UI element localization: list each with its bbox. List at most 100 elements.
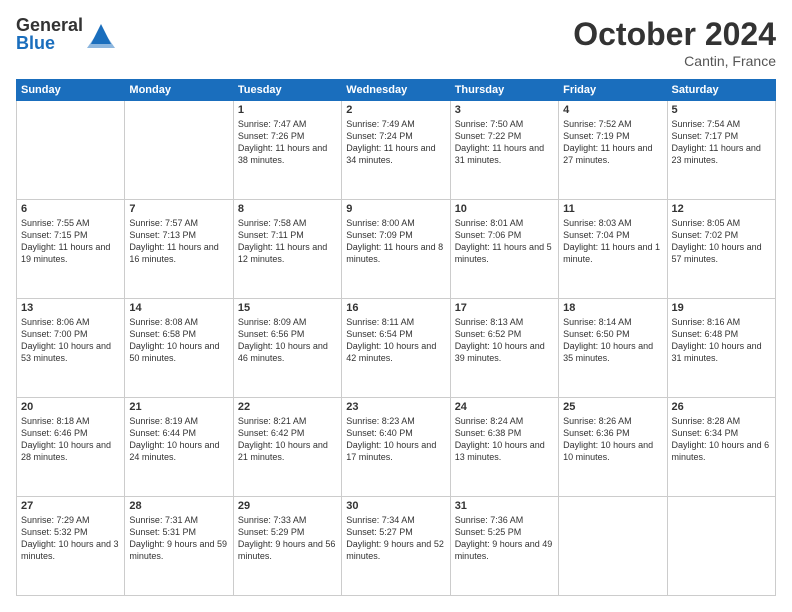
cell-text: Sunset: 5:31 PM [129, 526, 228, 538]
calendar-week-3: 20Sunrise: 8:18 AMSunset: 6:46 PMDayligh… [17, 398, 776, 497]
table-row: 11Sunrise: 8:03 AMSunset: 7:04 PMDayligh… [559, 200, 667, 299]
cell-text: Sunset: 6:58 PM [129, 328, 228, 340]
col-wednesday: Wednesday [342, 80, 450, 101]
cell-text: Sunrise: 8:08 AM [129, 316, 228, 328]
cell-text: Daylight: 9 hours and 59 minutes. [129, 538, 228, 562]
table-row: 20Sunrise: 8:18 AMSunset: 6:46 PMDayligh… [17, 398, 125, 497]
table-row [17, 101, 125, 200]
cell-text: Daylight: 10 hours and 42 minutes. [346, 340, 445, 364]
day-number: 20 [21, 401, 120, 413]
cell-text: Sunset: 7:13 PM [129, 229, 228, 241]
cell-text: Sunset: 6:46 PM [21, 427, 120, 439]
day-number: 29 [238, 500, 337, 512]
table-row: 24Sunrise: 8:24 AMSunset: 6:38 PMDayligh… [450, 398, 558, 497]
cell-text: Sunrise: 8:05 AM [672, 217, 771, 229]
col-friday: Friday [559, 80, 667, 101]
day-number: 16 [346, 302, 445, 314]
day-number: 10 [455, 203, 554, 215]
cell-text: Sunset: 5:32 PM [21, 526, 120, 538]
cell-text: Daylight: 11 hours and 1 minute. [563, 241, 662, 265]
cell-text: Sunset: 7:19 PM [563, 130, 662, 142]
cell-text: Daylight: 11 hours and 31 minutes. [455, 142, 554, 166]
cell-text: Sunrise: 8:19 AM [129, 415, 228, 427]
cell-text: Daylight: 9 hours and 52 minutes. [346, 538, 445, 562]
day-number: 7 [129, 203, 228, 215]
cell-text: Sunset: 7:11 PM [238, 229, 337, 241]
cell-text: Sunrise: 8:16 AM [672, 316, 771, 328]
page: General Blue October 2024 Cantin, France… [0, 0, 792, 612]
day-number: 28 [129, 500, 228, 512]
day-number: 27 [21, 500, 120, 512]
cell-text: Sunset: 6:44 PM [129, 427, 228, 439]
cell-text: Sunrise: 8:03 AM [563, 217, 662, 229]
cell-text: Sunrise: 8:21 AM [238, 415, 337, 427]
table-row: 29Sunrise: 7:33 AMSunset: 5:29 PMDayligh… [233, 497, 341, 596]
cell-text: Sunset: 7:22 PM [455, 130, 554, 142]
cell-text: Sunrise: 7:33 AM [238, 514, 337, 526]
cell-text: Sunrise: 7:50 AM [455, 118, 554, 130]
cell-text: Sunrise: 7:55 AM [21, 217, 120, 229]
cell-text: Sunset: 7:00 PM [21, 328, 120, 340]
header-row: Sunday Monday Tuesday Wednesday Thursday… [17, 80, 776, 101]
table-row [667, 497, 775, 596]
cell-text: Sunset: 6:56 PM [238, 328, 337, 340]
day-number: 19 [672, 302, 771, 314]
table-row: 13Sunrise: 8:06 AMSunset: 7:00 PMDayligh… [17, 299, 125, 398]
table-row: 8Sunrise: 7:58 AMSunset: 7:11 PMDaylight… [233, 200, 341, 299]
cell-text: Sunset: 6:54 PM [346, 328, 445, 340]
logo-icon [87, 20, 115, 48]
day-number: 18 [563, 302, 662, 314]
col-tuesday: Tuesday [233, 80, 341, 101]
day-number: 6 [21, 203, 120, 215]
cell-text: Sunrise: 8:24 AM [455, 415, 554, 427]
calendar-week-2: 13Sunrise: 8:06 AMSunset: 7:00 PMDayligh… [17, 299, 776, 398]
table-row: 21Sunrise: 8:19 AMSunset: 6:44 PMDayligh… [125, 398, 233, 497]
table-row: 1Sunrise: 7:47 AMSunset: 7:26 PMDaylight… [233, 101, 341, 200]
cell-text: Sunrise: 7:49 AM [346, 118, 445, 130]
cell-text: Sunrise: 8:23 AM [346, 415, 445, 427]
cell-text: Sunset: 6:40 PM [346, 427, 445, 439]
cell-text: Sunrise: 7:34 AM [346, 514, 445, 526]
cell-text: Sunset: 7:06 PM [455, 229, 554, 241]
col-sunday: Sunday [17, 80, 125, 101]
cell-text: Sunrise: 7:36 AM [455, 514, 554, 526]
cell-text: Daylight: 11 hours and 12 minutes. [238, 241, 337, 265]
day-number: 11 [563, 203, 662, 215]
day-number: 1 [238, 104, 337, 116]
table-row: 25Sunrise: 8:26 AMSunset: 6:36 PMDayligh… [559, 398, 667, 497]
cell-text: Sunset: 5:29 PM [238, 526, 337, 538]
table-row: 28Sunrise: 7:31 AMSunset: 5:31 PMDayligh… [125, 497, 233, 596]
cell-text: Daylight: 10 hours and 6 minutes. [672, 439, 771, 463]
cell-text: Daylight: 10 hours and 46 minutes. [238, 340, 337, 364]
day-number: 30 [346, 500, 445, 512]
cell-text: Sunrise: 8:13 AM [455, 316, 554, 328]
cell-text: Sunset: 6:50 PM [563, 328, 662, 340]
cell-text: Daylight: 10 hours and 39 minutes. [455, 340, 554, 364]
day-number: 23 [346, 401, 445, 413]
calendar-body: 1Sunrise: 7:47 AMSunset: 7:26 PMDaylight… [17, 101, 776, 596]
day-number: 12 [672, 203, 771, 215]
cell-text: Daylight: 10 hours and 35 minutes. [563, 340, 662, 364]
calendar-week-4: 27Sunrise: 7:29 AMSunset: 5:32 PMDayligh… [17, 497, 776, 596]
cell-text: Sunrise: 7:54 AM [672, 118, 771, 130]
cell-text: Sunset: 6:36 PM [563, 427, 662, 439]
cell-text: Sunset: 7:26 PM [238, 130, 337, 142]
table-row: 31Sunrise: 7:36 AMSunset: 5:25 PMDayligh… [450, 497, 558, 596]
cell-text: Sunset: 7:09 PM [346, 229, 445, 241]
cell-text: Sunset: 6:48 PM [672, 328, 771, 340]
table-row: 3Sunrise: 7:50 AMSunset: 7:22 PMDaylight… [450, 101, 558, 200]
cell-text: Daylight: 10 hours and 21 minutes. [238, 439, 337, 463]
col-thursday: Thursday [450, 80, 558, 101]
cell-text: Daylight: 11 hours and 8 minutes. [346, 241, 445, 265]
day-number: 4 [563, 104, 662, 116]
cell-text: Daylight: 11 hours and 34 minutes. [346, 142, 445, 166]
table-row [559, 497, 667, 596]
table-row: 14Sunrise: 8:08 AMSunset: 6:58 PMDayligh… [125, 299, 233, 398]
table-row: 12Sunrise: 8:05 AMSunset: 7:02 PMDayligh… [667, 200, 775, 299]
cell-text: Sunset: 7:02 PM [672, 229, 771, 241]
cell-text: Sunrise: 8:00 AM [346, 217, 445, 229]
cell-text: Sunset: 5:25 PM [455, 526, 554, 538]
table-row: 27Sunrise: 7:29 AMSunset: 5:32 PMDayligh… [17, 497, 125, 596]
table-row: 30Sunrise: 7:34 AMSunset: 5:27 PMDayligh… [342, 497, 450, 596]
calendar-table: Sunday Monday Tuesday Wednesday Thursday… [16, 79, 776, 596]
